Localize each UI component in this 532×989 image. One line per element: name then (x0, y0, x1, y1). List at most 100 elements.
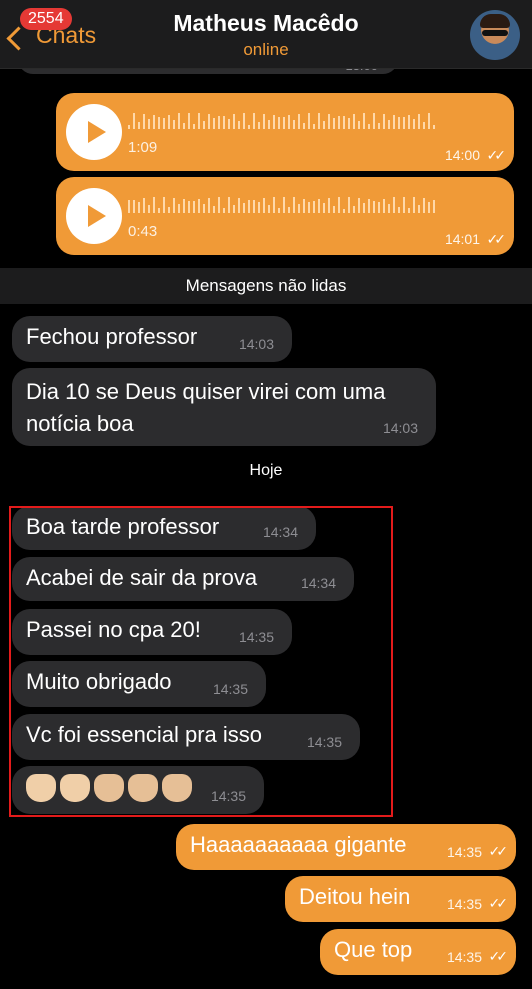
waveform-bar (253, 113, 255, 129)
waveform-bar (408, 115, 410, 129)
incoming-message[interactable]: 14:35 (12, 766, 264, 814)
waveform-bar (398, 207, 400, 213)
waveform-bar (203, 204, 205, 213)
waveform-bar (208, 114, 210, 129)
contact-name[interactable]: Matheus Macêdo (0, 10, 532, 37)
waveform-bar (298, 114, 300, 129)
waveform-bar (293, 120, 295, 129)
waveform-bar (303, 123, 305, 129)
waveform-bar (413, 197, 415, 213)
waveform-bar (153, 115, 155, 129)
voice-message[interactable]: 0:43 14:01 ✓✓ (56, 177, 514, 255)
waveform-bar (248, 200, 250, 213)
outgoing-message[interactable]: Que top 14:35 ✓✓ (320, 929, 516, 975)
waveform-bar (313, 124, 315, 129)
incoming-message[interactable]: Boa tarde professor 14:34 (12, 506, 316, 550)
incoming-message[interactable]: Muito obrigado 14:35 (12, 661, 266, 707)
message-time: 14:03 (382, 420, 418, 436)
waveform-bar (353, 114, 355, 129)
waveform (128, 113, 498, 129)
waveform-bar (428, 202, 430, 213)
waveform-bar (338, 197, 340, 213)
waveform-bar (323, 121, 325, 129)
waveform-bar (363, 113, 365, 129)
waveform-bar (178, 204, 180, 213)
waveform-bar (238, 198, 240, 213)
read-checkmarks-icon: ✓✓ (488, 843, 509, 859)
message-time: 14:35 (212, 681, 248, 697)
waveform-bar (133, 200, 135, 213)
waveform-bar (428, 113, 430, 129)
waveform-bar (303, 199, 305, 213)
waveform-bar (388, 120, 390, 129)
waveform-bar (268, 120, 270, 129)
waveform-bar (358, 198, 360, 213)
waveform-bar (138, 202, 140, 213)
waveform-bar (168, 207, 170, 213)
clapping-hands-icon (128, 774, 158, 802)
waveform-bar (173, 120, 175, 129)
waveform-bar (318, 199, 320, 213)
waveform-bar (313, 201, 315, 213)
waveform-bar (183, 123, 185, 129)
waveform-bar (298, 204, 300, 213)
read-checkmarks-icon: ✓✓ (486, 231, 507, 247)
waveform-bar (233, 114, 235, 129)
play-icon[interactable] (66, 104, 122, 160)
incoming-message[interactable]: Fechou professor 14:03 (12, 316, 292, 362)
waveform-bar (348, 197, 350, 213)
outgoing-message[interactable]: Deitou hein 14:35 ✓✓ (285, 876, 516, 922)
waveform-bar (408, 208, 410, 213)
message-text: Passei no cpa 20! (26, 617, 201, 642)
waveform-bar (198, 199, 200, 213)
waveform-bar (393, 115, 395, 129)
incoming-message[interactable]: Dia 10 se Deus quiser virei com uma notí… (12, 368, 436, 446)
waveform-bar (158, 117, 160, 129)
waveform-bar (333, 118, 335, 129)
message-time: 14:34 (262, 524, 298, 540)
waveform-bar (218, 116, 220, 129)
waveform-bar (433, 200, 435, 213)
chat-area: 13:00 1:09 14:00 ✓✓ 0:43 14:01 ✓✓ Mensag… (0, 0, 532, 989)
waveform-bar (158, 208, 160, 213)
avatar-glasses (482, 30, 508, 36)
raising-hands-icon (26, 774, 56, 802)
waveform-bar (338, 116, 340, 129)
message-text: Dia 10 se Deus quiser virei com uma notí… (26, 379, 386, 436)
waveform-bar (268, 205, 270, 213)
voice-message[interactable]: 1:09 14:00 ✓✓ (56, 93, 514, 171)
message-time: 14:01 (444, 231, 480, 247)
waveform-bar (128, 200, 130, 213)
waveform-bar (388, 204, 390, 213)
waveform-bar (418, 114, 420, 129)
waveform-bar (393, 197, 395, 213)
waveform-bar (263, 198, 265, 213)
incoming-message[interactable]: Acabei de sair da prova 14:34 (12, 557, 354, 601)
waveform-bar (423, 122, 425, 129)
waveform-bar (138, 122, 140, 129)
outgoing-message[interactable]: Haaaaaaaaaa gigante 14:35 ✓✓ (176, 824, 516, 870)
emoji-message (26, 774, 192, 802)
waveform-bar (233, 205, 235, 213)
waveform-bar (283, 197, 285, 213)
waveform-bar (323, 203, 325, 213)
waveform-bar (288, 115, 290, 129)
read-checkmarks-icon: ✓✓ (486, 147, 507, 163)
waveform-bar (418, 205, 420, 213)
incoming-message[interactable]: Passei no cpa 20! 14:35 (12, 609, 292, 655)
waveform-bar (253, 200, 255, 213)
message-text: Deitou hein (299, 884, 411, 909)
waveform-bar (188, 113, 190, 129)
waveform (128, 197, 498, 213)
waveform-bar (178, 113, 180, 129)
message-time: 14:35 (446, 896, 482, 912)
message-time: 14:35 (446, 844, 482, 860)
waveform-bar (183, 199, 185, 213)
play-icon[interactable] (66, 188, 122, 244)
incoming-message[interactable]: Vc foi essencial pra isso 14:35 (12, 714, 360, 760)
message-time: 14:35 (446, 949, 482, 965)
waveform-bar (203, 121, 205, 129)
waveform-bar (348, 118, 350, 129)
avatar-hair (480, 14, 510, 28)
avatar[interactable] (470, 10, 520, 60)
